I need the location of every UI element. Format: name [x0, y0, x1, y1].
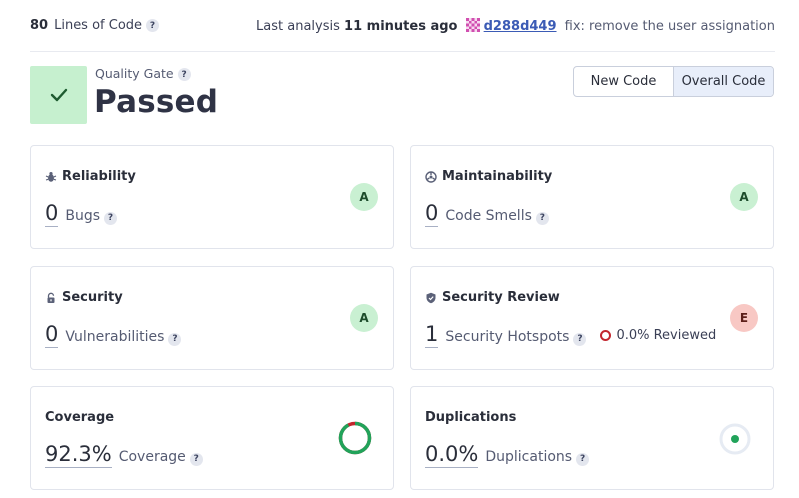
new-code-button[interactable]: New Code [574, 67, 673, 96]
overall-code-button[interactable]: Overall Code [673, 67, 773, 96]
security-card: Security 0 Vulnerabilities? A [30, 266, 394, 370]
maintainability-card: Maintainability 0 Code Smells? A [410, 145, 774, 249]
commit-identicon [465, 18, 480, 32]
reviewed-label: 0.0% Reviewed [616, 328, 717, 343]
security-label: Security [62, 290, 123, 305]
quality-gate-title: Quality Gate [95, 66, 174, 81]
help-icon[interactable]: ? [535, 211, 549, 225]
maintainability-title: Maintainability [425, 169, 552, 184]
coverage-label: Coverage [118, 449, 186, 465]
duplications-card: Duplications 0.0% Duplications? [410, 386, 774, 490]
bugs-count[interactable]: 0 [45, 201, 59, 227]
security-hotspots-count[interactable]: 1 [425, 322, 439, 348]
code-smells-metric: 0 Code Smells? [425, 201, 549, 227]
bugs-metric: 0 Bugs? [45, 201, 118, 227]
shield-icon [426, 292, 436, 303]
reliability-card: Reliability 0 Bugs? A [30, 145, 394, 249]
coverage-title: Coverage [45, 410, 115, 425]
reliability-label: Reliability [62, 169, 136, 184]
maintainability-label: Maintainability [442, 169, 553, 184]
security-review-rating[interactable]: E [730, 304, 758, 332]
duplications-title: Duplications [425, 410, 517, 425]
security-hotspots-label: Security Hotspots [445, 329, 570, 345]
reviewed-ring-icon [600, 330, 612, 341]
security-review-label: Security Review [442, 290, 560, 305]
help-icon[interactable]: ? [177, 68, 191, 81]
bugs-label: Bugs [65, 208, 101, 224]
bug-icon [45, 171, 57, 182]
security-hotspots-metric: 1 Security Hotspots? 0.0% Reviewed [425, 322, 716, 348]
help-icon[interactable]: ? [168, 332, 182, 346]
commit-link[interactable]: d288d449 [484, 19, 557, 34]
code-smells-label: Code Smells [445, 208, 532, 224]
coverage-donut[interactable] [337, 420, 373, 456]
hotspots-reviewed: 0.0% Reviewed [600, 328, 716, 343]
lines-of-code: 80 Lines of Code? [30, 18, 160, 33]
last-analysis-label: Last analysis [256, 19, 340, 34]
lines-count: 80 [30, 18, 49, 33]
analysis-header: 80 Lines of Code? Last analysis 11 minute… [30, 14, 775, 38]
maintainability-icon [425, 170, 437, 183]
help-icon[interactable]: ? [573, 332, 587, 346]
vulnerabilities-metric: 0 Vulnerabilities? [45, 322, 182, 348]
header-divider [30, 51, 775, 52]
help-icon[interactable]: ? [146, 19, 160, 32]
quality-gate-badge [30, 66, 87, 124]
quality-gate-status: Passed [94, 84, 219, 120]
maintainability-rating[interactable]: A [730, 183, 758, 211]
vulnerabilities-label: Vulnerabilities [65, 329, 165, 345]
duplications-value[interactable]: 0.0% [425, 442, 479, 468]
last-analysis: Last analysis 11 minutes ago d288d449 fi… [256, 18, 775, 34]
code-smells-count[interactable]: 0 [425, 201, 439, 227]
security-rating[interactable]: A [350, 304, 378, 332]
code-period-toggle: New Code Overall Code [573, 66, 774, 97]
help-icon[interactable]: ? [576, 452, 590, 466]
coverage-metric: 92.3% Coverage? [45, 442, 203, 468]
reliability-rating[interactable]: A [350, 183, 378, 211]
coverage-card: Coverage 92.3% Coverage? [30, 386, 394, 490]
help-icon[interactable]: ? [104, 211, 118, 225]
vulnerabilities-count[interactable]: 0 [45, 322, 59, 348]
lines-label: Lines of Code [54, 18, 143, 33]
duplications-indicator[interactable] [718, 422, 752, 456]
security-review-title: Security Review [425, 290, 560, 305]
lock-icon [47, 292, 55, 303]
security-review-card: Security Review 1 Security Hotspots? 0.0… [410, 266, 774, 370]
quality-gate-label: Quality Gate? [95, 66, 191, 81]
check-icon [50, 88, 67, 102]
last-analysis-time: 11 minutes ago [344, 19, 458, 34]
help-icon[interactable]: ? [189, 452, 203, 466]
reliability-title: Reliability [45, 169, 136, 184]
duplications-label: Duplications [485, 449, 573, 465]
coverage-value[interactable]: 92.3% [45, 442, 112, 468]
duplications-metric: 0.0% Duplications? [425, 442, 590, 468]
commit-message: fix: remove the user assignation [564, 19, 775, 34]
security-title: Security [45, 290, 123, 305]
